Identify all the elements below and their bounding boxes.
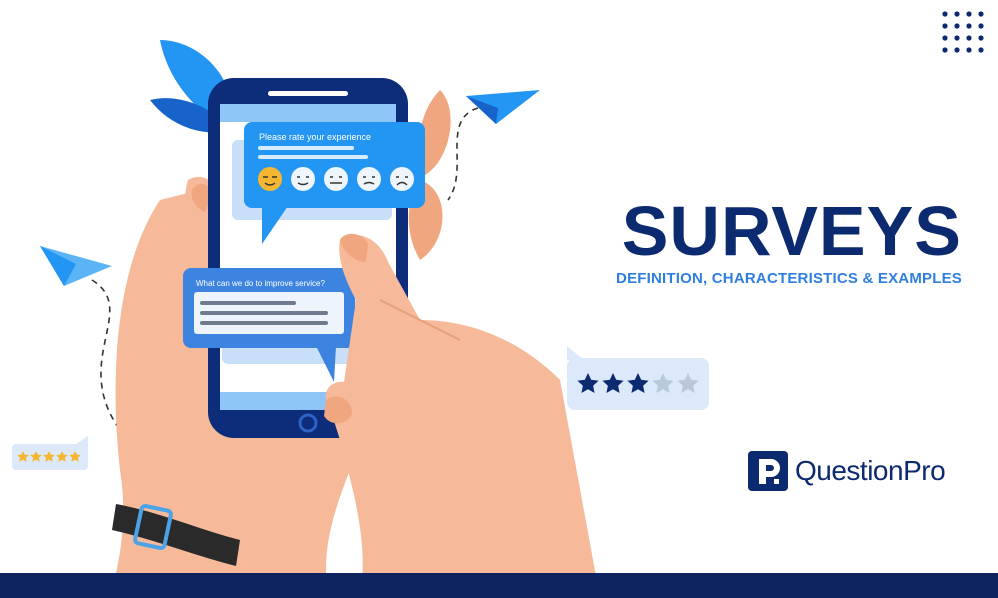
page-subtitle: DEFINITION, CHARACTERISTICS & EXAMPLES xyxy=(616,270,962,287)
rating-prompt-text: Please rate your experience xyxy=(259,132,371,142)
page-title: SURVEYS xyxy=(621,192,962,270)
illustration: Please rate your experience What can we … xyxy=(12,11,984,598)
paper-plane-icon xyxy=(466,90,540,124)
emoji-sad-face-icon xyxy=(390,167,414,191)
emoji-smiling-face-icon xyxy=(291,167,315,191)
pointing-hand xyxy=(324,233,600,598)
paper-plane-icon xyxy=(40,246,112,286)
emoji-unhappy-face-icon xyxy=(357,167,381,191)
brand-name: QuestionPro xyxy=(795,455,946,486)
rating-badge-large xyxy=(567,346,709,410)
questionpro-logo-icon xyxy=(748,451,788,491)
rating-badge-small xyxy=(12,436,88,470)
dot-grid-decoration xyxy=(942,11,984,53)
footer-bar xyxy=(0,573,998,598)
flight-path xyxy=(447,107,479,201)
emoji-neutral-face-icon xyxy=(324,167,348,191)
banner: Please rate your experience What can we … xyxy=(0,0,998,598)
emoji-laughing-face-icon xyxy=(258,167,282,191)
brand-logo: QuestionPro xyxy=(748,450,946,492)
feedback-prompt-text: What can we do to improve service? xyxy=(196,279,325,288)
